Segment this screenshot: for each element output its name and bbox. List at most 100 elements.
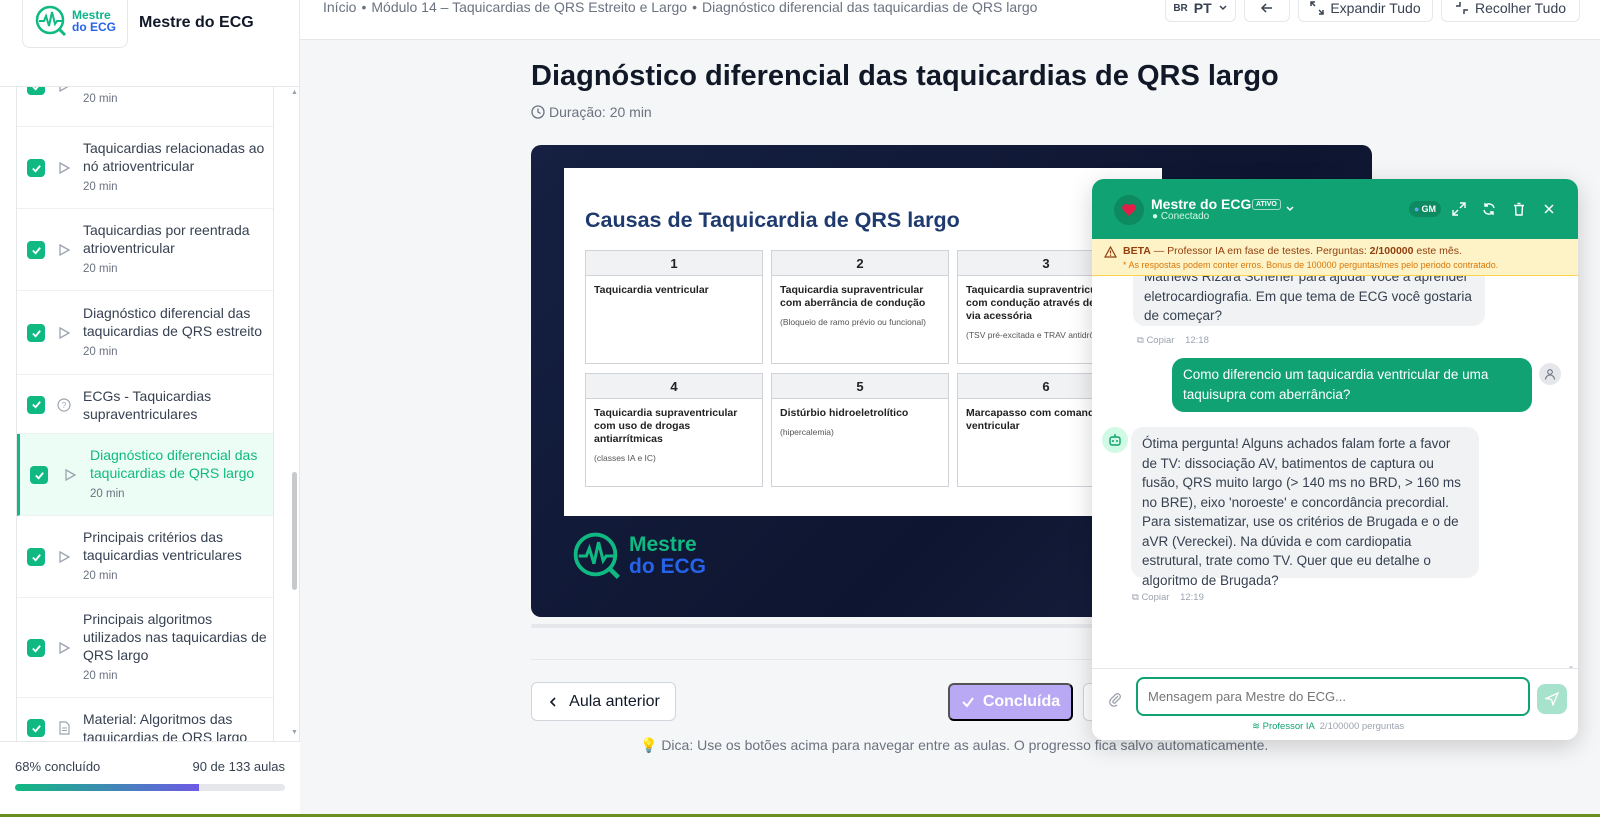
chat-footer: ≋ Professor IA 2/100000 perguntas xyxy=(1252,721,1404,732)
play-icon xyxy=(63,468,77,482)
progress-percent: 68% concluído xyxy=(15,759,101,774)
breadcrumb-current: Diagnóstico diferencial das taquicardias… xyxy=(702,0,1038,15)
top-bar: Início • Módulo 14 – Taquicardias de QRS E… xyxy=(300,0,1600,40)
lesson-item[interactable]: Diagnóstico diferencial das taquicardias… xyxy=(17,291,273,375)
lesson-checkbox[interactable] xyxy=(27,395,45,414)
lesson-checkbox[interactable] xyxy=(30,466,48,484)
scrollbar-thumb[interactable] xyxy=(292,472,297,590)
slide-cell-title: Taquicardia ventricular xyxy=(594,284,709,296)
question-count: 2/100000 perguntas xyxy=(1319,721,1405,732)
refresh-button[interactable] xyxy=(1480,200,1498,218)
close-icon xyxy=(1544,204,1554,214)
robot-icon xyxy=(1109,434,1121,446)
send-button[interactable] xyxy=(1537,684,1567,714)
close-chat-button[interactable] xyxy=(1540,200,1558,218)
video-logo-text-2: do ECG xyxy=(629,555,706,578)
previous-lesson-button[interactable]: Aula anterior xyxy=(531,682,676,721)
duration-text: Duração: 20 min xyxy=(549,104,652,120)
slide-cell-number: 1 xyxy=(586,251,762,276)
maximize-button[interactable] xyxy=(1450,200,1468,218)
professor-ia-label: Professor IA xyxy=(1262,721,1315,732)
collapse-all-label: Recolher Tudo xyxy=(1474,0,1567,16)
lesson-checkbox[interactable] xyxy=(27,548,45,566)
copy-button[interactable]: ⧉ Copiar xyxy=(1132,592,1169,603)
breadcrumb-home[interactable]: Início xyxy=(323,0,356,15)
lesson-title: Diagnóstico diferencial das taquicardias… xyxy=(531,60,1279,92)
play-icon xyxy=(57,641,71,655)
chat-composer: ≋ Professor IA 2/100000 perguntas xyxy=(1092,668,1578,740)
check-icon xyxy=(34,471,44,480)
check-icon xyxy=(31,401,41,409)
chevron-left-icon xyxy=(550,696,556,707)
lesson-slide: Causas de Taquicardia de QRS largo 1 Taqu… xyxy=(564,168,1162,516)
arrow-left-icon xyxy=(1260,3,1272,13)
lesson-duration: 20 min xyxy=(83,181,118,193)
completed-button[interactable]: Concluída xyxy=(948,683,1073,721)
slide-cell-title: Taquicardia supraventricular com aberrân… xyxy=(780,284,926,309)
slide-cell: 1 Taquicardia ventricular xyxy=(585,250,763,364)
bot-message: Mathews Rizara Schener para ajudar você … xyxy=(1133,276,1485,326)
lesson-checkbox[interactable] xyxy=(27,241,45,259)
back-button[interactable] xyxy=(1244,0,1290,22)
slide-cell-number: 4 xyxy=(586,374,762,399)
lesson-item[interactable]: Diagnóstico diferencial das taquicardias… xyxy=(17,434,273,516)
paperclip-icon[interactable] xyxy=(1107,691,1123,707)
svg-text:?: ? xyxy=(62,401,67,410)
check-icon xyxy=(962,697,974,708)
lesson-item[interactable]: Taquicardias relacionadas ao nó atrioven… xyxy=(17,127,273,209)
ai-chat-panel: Mestre do ECG ATIVO ● Conectado ● GM BETA… xyxy=(1092,179,1578,740)
message-meta: ⧉ Copiar 12:19 xyxy=(1132,592,1204,603)
lesson-checkbox[interactable] xyxy=(27,87,45,95)
collapse-all-button[interactable]: Recolher Tudo xyxy=(1441,0,1580,22)
play-icon xyxy=(57,550,71,564)
logo-text-2: do ECG xyxy=(72,20,116,34)
lesson-duration: 20 min xyxy=(83,263,118,275)
brand-logo[interactable]: Mestre do ECG xyxy=(22,0,128,48)
sidebar-scrollbar[interactable]: ▲ ▼ xyxy=(290,87,298,741)
breadcrumb-module[interactable]: Módulo 14 – Taquicardias de QRS Estreito… xyxy=(371,0,687,15)
quiz-icon: ? xyxy=(57,397,71,412)
lesson-checkbox[interactable] xyxy=(27,324,45,342)
slide-cell-subtitle: (hipercalemia) xyxy=(780,427,834,437)
copy-button[interactable]: ⧉ Copiar xyxy=(1137,335,1174,346)
video-watermark-logo: Mestre do ECG xyxy=(571,530,706,582)
lesson-title: Material: Algoritmos das taquicardias de… xyxy=(83,711,248,741)
lesson-checkbox[interactable] xyxy=(27,159,45,177)
message-time: 12:19 xyxy=(1180,592,1204,603)
delete-chat-button[interactable] xyxy=(1510,200,1528,218)
scroll-down-arrow-icon[interactable]: ▼ xyxy=(291,729,298,736)
copy-icon: ⧉ xyxy=(1137,335,1144,346)
slide-cell-subtitle: (Bloqueio de ramo prévio ou funcional) xyxy=(780,317,927,327)
lesson-item[interactable]: Material: Algoritmos das taquicardias de… xyxy=(17,698,273,741)
document-icon xyxy=(57,721,71,735)
chevron-down-icon xyxy=(1219,5,1227,11)
lesson-item[interactable]: Flutter atrial20 min xyxy=(17,87,273,127)
lesson-item[interactable]: Principais critérios das taquicardias ve… xyxy=(17,516,273,598)
language-selector[interactable]: BR PT xyxy=(1165,0,1236,22)
chevron-down-icon[interactable] xyxy=(1284,203,1296,215)
slide-cell-title: Distúrbio hidroeletrolítico xyxy=(780,407,909,419)
sidebar: Mestre do ECG Mestre do ECG Flutter atri… xyxy=(0,0,300,817)
flag-icon: BR xyxy=(1173,2,1188,14)
slide-cell: 5 Distúrbio hidroeletrolítico (hipercalemi… xyxy=(771,373,949,487)
beta-disclaimer: * As respostas podem conter erros. Bonus… xyxy=(1123,260,1499,270)
chat-message-input[interactable] xyxy=(1136,677,1530,716)
completed-label: Concluída xyxy=(982,693,1061,710)
connection-status: ● Conectado xyxy=(1152,211,1210,222)
lesson-checkbox[interactable] xyxy=(27,639,45,657)
user-icon xyxy=(1544,369,1556,380)
play-icon xyxy=(57,243,71,257)
ecg-logo-icon xyxy=(35,5,67,37)
expand-all-button[interactable]: Expandir Tudo xyxy=(1298,0,1433,22)
lesson-duration: 20 min xyxy=(83,93,118,105)
clock-icon xyxy=(531,105,545,119)
expand-icon xyxy=(1310,1,1325,15)
lesson-item[interactable]: Taquicardias por reentrada atrioventricu… xyxy=(17,209,273,291)
slide-cell-number: 2 xyxy=(772,251,948,276)
scroll-up-arrow-icon[interactable]: ▲ xyxy=(291,89,298,96)
lesson-item[interactable]: Principais algoritmos utilizados nas taq… xyxy=(17,598,273,698)
play-icon xyxy=(57,87,71,93)
lesson-item[interactable]: ? ECGs - Taquicardias supraventriculares xyxy=(17,375,273,434)
lesson-checkbox[interactable] xyxy=(27,719,45,737)
chat-avatar xyxy=(1114,195,1144,225)
